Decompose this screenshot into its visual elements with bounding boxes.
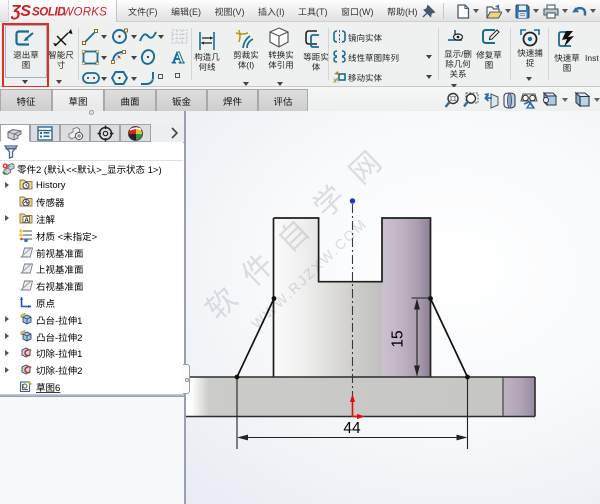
svg-text:ƷS: ƷS: [11, 3, 31, 20]
svg-text:WORKS: WORKS: [62, 7, 107, 19]
svg-text:44: 44: [343, 420, 361, 437]
svg-text:SOLID: SOLID: [32, 7, 65, 19]
svg-text:A: A: [24, 217, 29, 224]
svg-text:A: A: [172, 48, 185, 67]
svg-text:15: 15: [390, 330, 407, 347]
